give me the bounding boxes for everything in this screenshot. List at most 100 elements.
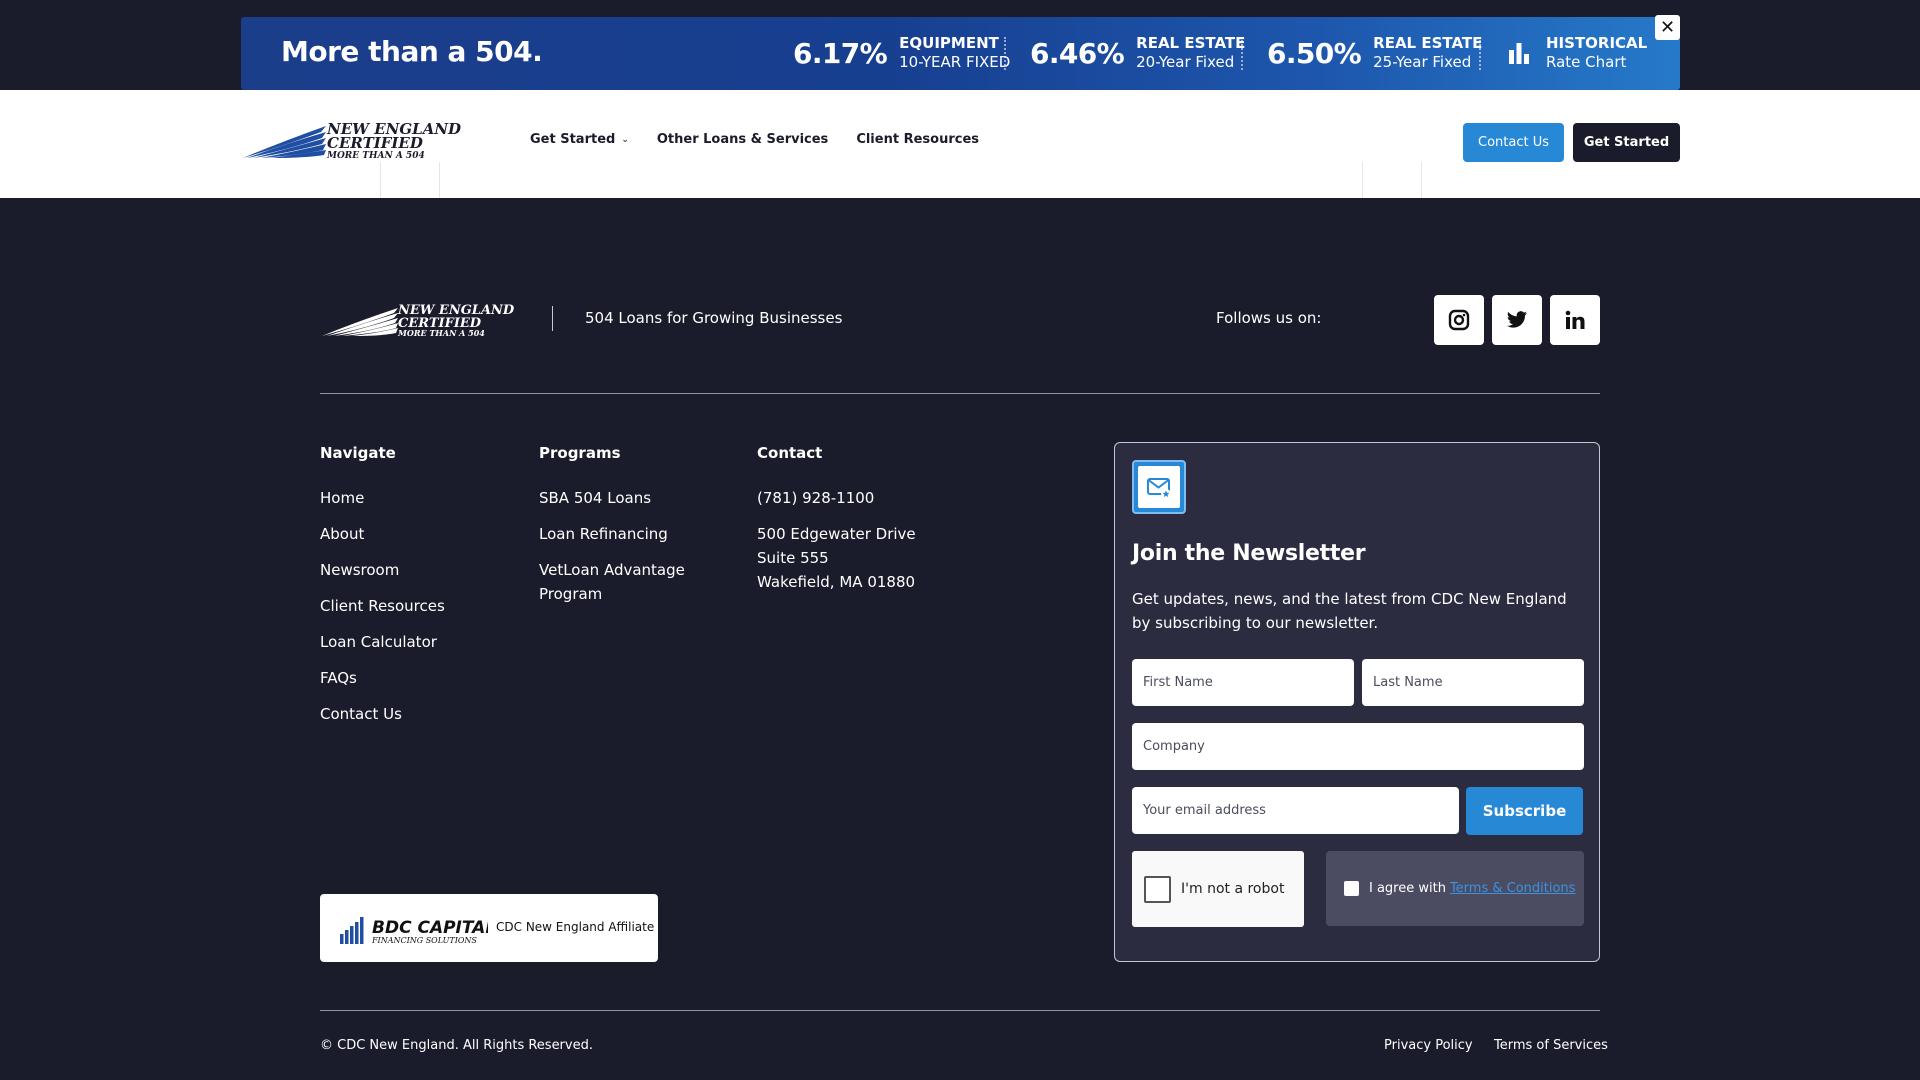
svg-text:FINANCING SOLUTIONS: FINANCING SOLUTIONS <box>371 936 477 945</box>
rate-percent: 6.50% <box>1267 36 1362 70</box>
address-line: Wakefield, MA 01880 <box>757 573 916 591</box>
footer-logo[interactable]: NEW ENGLAND CERTIFIED MORE THAN A 504 <box>320 302 522 342</box>
contact-address: 500 Edgewater Drive Suite 555 Wakefield,… <box>757 522 916 594</box>
footer-tagline: 504 Loans for Growing Businesses <box>585 309 843 327</box>
rate-real-estate-20[interactable]: 6.46% REAL ESTATE 20-Year Fixed <box>1030 33 1245 73</box>
footer-link-newsroom[interactable]: Newsroom <box>320 558 445 582</box>
rate-divider <box>1479 37 1481 70</box>
last-name-field[interactable]: Last Name <box>1362 659 1584 706</box>
vetloan-line-1: VetLoan Advantage <box>539 561 685 579</box>
site-header: NEW ENGLAND CERTIFIED MORE THAN A 504 Ge… <box>0 90 1920 198</box>
terms-agreement: I agree with Terms & Conditions <box>1326 851 1584 926</box>
rate-type: REAL ESTATE <box>1373 34 1483 52</box>
footer-link-faqs[interactable]: FAQs <box>320 666 445 690</box>
mail-star-icon <box>1147 478 1171 499</box>
svg-text:MORE THAN A 504: MORE THAN A 504 <box>326 151 425 160</box>
new-england-certified-logo: NEW ENGLAND CERTIFIED MORE THAN A 504 <box>243 120 461 161</box>
agree-label: I agree with <box>1369 881 1446 896</box>
newsletter-card: Join the Newsletter Get updates, news, a… <box>1114 442 1600 962</box>
bdc-capital-logo: BDC CAPITAL FINANCING SOLUTIONS <box>340 917 488 945</box>
nav-label: Client Resources <box>856 132 979 147</box>
programs-heading: Programs <box>539 444 621 462</box>
footer-link-loan-calculator[interactable]: Loan Calculator <box>320 630 445 654</box>
email-field[interactable]: Your email address <box>1132 787 1459 834</box>
company-field[interactable]: Company <box>1132 723 1584 770</box>
historical-label: HISTORICAL <box>1546 34 1648 52</box>
first-name-field[interactable]: First Name <box>1132 659 1354 706</box>
rate-divider <box>1004 37 1006 70</box>
footer-link-about[interactable]: About <box>320 522 445 546</box>
navigate-column: Navigate Home About Newsroom Client Reso… <box>320 444 445 738</box>
nav-other-loans[interactable]: Other Loans & Services <box>657 132 828 147</box>
contact-us-button[interactable]: Contact Us <box>1463 123 1564 162</box>
rate-banner: More than a 504. 6.17% EQUIPMENT 10-YEAR … <box>241 17 1680 90</box>
main-nav: Get Started ⌄ Other Loans & Services Cli… <box>530 132 979 147</box>
affiliate-label: CDC New England Affiliate <box>496 920 655 934</box>
contact-heading: Contact <box>757 444 823 462</box>
rate-term: 20-Year Fixed <box>1136 53 1235 71</box>
footer-link-client-resources[interactable]: Client Resources <box>320 594 445 618</box>
address-line: 500 Edgewater Drive <box>757 525 916 543</box>
content-remnant <box>1362 162 1422 198</box>
contact-column: Contact (781) 928-1100 500 Edgewater Dri… <box>757 444 916 606</box>
new-england-certified-logo: NEW ENGLAND CERTIFIED MORE THAN A 504 <box>322 303 515 338</box>
navigate-heading: Navigate <box>320 444 396 462</box>
footer-link-contact-us[interactable]: Contact Us <box>320 702 445 726</box>
brand-separator <box>552 306 553 331</box>
twitter-icon <box>1506 311 1528 328</box>
follow-us-label: Follows us on: <box>1216 309 1322 327</box>
content-remnant <box>380 162 440 198</box>
contact-phone[interactable]: (781) 928-1100 <box>757 486 916 510</box>
svg-text:MORE THAN A 504: MORE THAN A 504 <box>397 328 485 338</box>
rate-real-estate-25[interactable]: 6.50% REAL ESTATE 25-Year Fixed <box>1267 33 1482 73</box>
historical-rate-chart-link[interactable]: HISTORICAL Rate Chart <box>1508 33 1647 73</box>
rate-percent: 6.17% <box>793 36 888 70</box>
footer-link-sba-504[interactable]: SBA 504 Loans <box>539 486 685 510</box>
programs-column: Programs SBA 504 Loans Loan Refinancing … <box>539 444 685 618</box>
terms-of-services-link[interactable]: Terms of Services <box>1494 1038 1608 1053</box>
rate-term: 10-YEAR FIXED <box>899 53 1011 71</box>
bottom-divider <box>320 1010 1600 1011</box>
recaptcha-widget: I'm not a robot <box>1132 851 1304 927</box>
privacy-policy-link[interactable]: Privacy Policy <box>1384 1038 1473 1053</box>
newsletter-title: Join the Newsletter <box>1132 541 1366 566</box>
rate-equipment[interactable]: 6.17% EQUIPMENT 10-YEAR FIXED <box>793 33 1010 73</box>
linkedin-button[interactable] <box>1550 295 1600 345</box>
rate-type: EQUIPMENT <box>899 34 999 52</box>
nav-client-resources[interactable]: Client Resources <box>856 132 979 147</box>
subscribe-button[interactable]: Subscribe <box>1466 787 1583 835</box>
bdc-capital-badge[interactable]: BDC CAPITAL FINANCING SOLUTIONS CDC New … <box>320 894 658 962</box>
vetloan-line-2: Program <box>539 585 603 603</box>
copyright: © CDC New England. All Rights Reserved. <box>320 1038 593 1053</box>
recaptcha-label: I'm not a robot <box>1181 881 1285 897</box>
footer-link-vetloan[interactable]: VetLoan Advantage Program <box>539 558 685 606</box>
linkedin-icon <box>1565 310 1585 329</box>
rate-divider <box>1241 37 1243 70</box>
rate-chart-label: Rate Chart <box>1546 53 1627 71</box>
nav-label: Get Started <box>530 132 616 147</box>
agree-checkbox[interactable] <box>1344 881 1359 896</box>
rate-percent: 6.46% <box>1030 36 1125 70</box>
newsletter-description: Get updates, news, and the latest from C… <box>1132 590 1567 632</box>
rate-type: REAL ESTATE <box>1136 34 1246 52</box>
footer-link-home[interactable]: Home <box>320 486 445 510</box>
rate-term: 25-Year Fixed <box>1373 53 1472 71</box>
instagram-icon <box>1448 309 1470 331</box>
recaptcha-checkbox[interactable] <box>1144 875 1171 903</box>
svg-text:CERTIFIED: CERTIFIED <box>327 134 423 152</box>
bar-chart-icon <box>1509 43 1529 64</box>
twitter-button[interactable] <box>1492 295 1542 345</box>
terms-conditions-link[interactable]: Terms & Conditions <box>1450 881 1576 896</box>
banner-close-button[interactable]: ✕ <box>1655 15 1680 40</box>
get-started-button[interactable]: Get Started <box>1573 123 1680 162</box>
nav-get-started[interactable]: Get Started ⌄ <box>530 132 629 147</box>
banner-headline: More than a 504. <box>281 35 543 68</box>
nav-label: Other Loans & Services <box>656 132 829 147</box>
footer-divider <box>320 393 1600 394</box>
footer-link-loan-refinancing[interactable]: Loan Refinancing <box>539 522 685 546</box>
newsletter-icon-badge <box>1132 460 1186 514</box>
chevron-down-icon: ⌄ <box>621 134 629 145</box>
address-line: Suite 555 <box>757 549 829 567</box>
instagram-button[interactable] <box>1434 295 1484 345</box>
site-logo[interactable]: NEW ENGLAND CERTIFIED MORE THAN A 504 <box>241 120 467 164</box>
